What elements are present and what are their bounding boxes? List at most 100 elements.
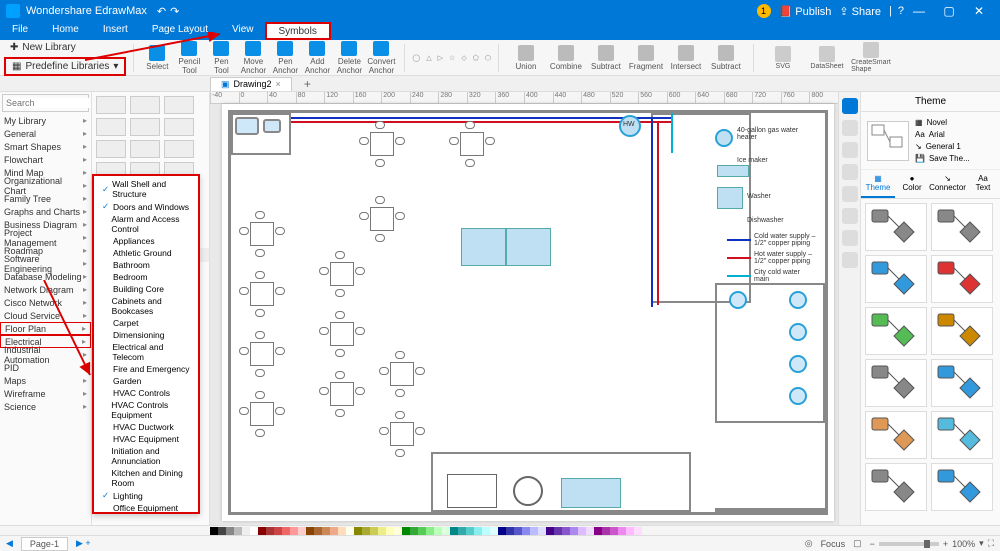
submenu-item[interactable]: Electrical and Telecom	[94, 341, 198, 363]
sidebar-item-my-library[interactable]: My Library▸	[0, 114, 91, 127]
ribbon-pen[interactable]: PenAnchor	[269, 41, 301, 75]
close-tab-icon[interactable]: ×	[276, 79, 281, 89]
submenu-item[interactable]: Bedroom	[94, 271, 198, 283]
chevron-right-icon: ▸	[83, 207, 87, 216]
theme-thumbnail[interactable]	[931, 463, 993, 511]
theme-thumbnail[interactable]	[865, 203, 927, 251]
submenu-item[interactable]: Alarm and Access Control	[94, 213, 198, 235]
submenu-item[interactable]: Garden	[94, 375, 198, 387]
sidebar-item-science[interactable]: Science▸	[0, 400, 91, 413]
sidebar-item-cisco-network[interactable]: Cisco Network▸	[0, 296, 91, 309]
submenu-item[interactable]: Carpet	[94, 317, 198, 329]
submenu-item[interactable]: Cabinets and Bookcases	[94, 295, 198, 317]
doc-tab[interactable]: ▣Drawing2×	[210, 77, 292, 91]
share-button[interactable]: ⇪ Share	[839, 5, 881, 18]
ribbon-select[interactable]: Select	[141, 41, 173, 75]
close-icon[interactable]: ✕	[964, 4, 994, 18]
publish-button[interactable]: 📕 Publish	[779, 5, 832, 18]
submenu-item[interactable]: Bathroom	[94, 259, 198, 271]
ribbon-add[interactable]: AddAnchor	[301, 41, 333, 75]
sidebar-item-organizational-chart[interactable]: Organizational Chart▸	[0, 179, 91, 192]
sidebar-item-graphs-and-charts[interactable]: Graphs and Charts▸	[0, 205, 91, 218]
submenu-item[interactable]: Office Equipment	[94, 502, 198, 514]
new-tab-button[interactable]: +	[294, 76, 321, 92]
submenu-item[interactable]: ✓Lighting	[94, 489, 198, 502]
theme-thumbnail[interactable]	[865, 255, 927, 303]
submenu-item[interactable]: Building Core	[94, 283, 198, 295]
theme-thumbnail[interactable]	[865, 359, 927, 407]
theme-thumbnail[interactable]	[931, 307, 993, 355]
canvas-area[interactable]: -400408012016020024028032036040044048052…	[210, 92, 838, 525]
ribbon-delete[interactable]: DeleteAnchor	[333, 41, 365, 75]
ribbon-move[interactable]: MoveAnchor	[237, 41, 269, 75]
sidebar-item-general[interactable]: General▸	[0, 127, 91, 140]
new-library-button[interactable]: ✚ New Library	[4, 40, 126, 55]
theme-thumbnail[interactable]	[865, 307, 927, 355]
sidebar-item-network-diagram[interactable]: Network Diagram▸	[0, 283, 91, 296]
focus-label[interactable]: Focus	[821, 539, 846, 549]
user-badge[interactable]: 1	[757, 4, 771, 18]
theme-thumbnail[interactable]	[931, 203, 993, 251]
theme-panel-title: Theme	[861, 92, 1000, 112]
submenu-item[interactable]: HVAC Equipment	[94, 433, 198, 445]
maximize-icon[interactable]: ▢	[934, 4, 964, 18]
submenu-item[interactable]: Initiation and Annunciation	[94, 445, 198, 467]
search-libraries[interactable]: 🔍	[2, 94, 89, 112]
theme-tab-text[interactable]: AaText	[966, 170, 1000, 198]
sidebar-item-smart-shapes[interactable]: Smart Shapes▸	[0, 140, 91, 153]
submenu-item[interactable]: Fire and Emergency	[94, 363, 198, 375]
sidebar-item-floor-plan[interactable]: Floor Plan▸	[0, 322, 91, 335]
page-tab[interactable]: Page-1	[21, 537, 68, 551]
chevron-right-icon: ▸	[83, 129, 87, 138]
sidebar-item-flowchart[interactable]: Flowchart▸	[0, 153, 91, 166]
sidebar-item-industrial-automation[interactable]: Industrial Automation▸	[0, 348, 91, 361]
minimize-icon[interactable]: —	[904, 4, 934, 18]
predefine-libraries-button[interactable]: ▦ Predefine Libraries ▾	[4, 57, 126, 76]
theme-thumbnail[interactable]	[931, 255, 993, 303]
theme-tool-icon[interactable]	[842, 98, 858, 114]
menu-tab-page-layout[interactable]: Page Layout	[140, 22, 220, 40]
menu-tab-file[interactable]: File	[0, 22, 40, 40]
theme-tab-theme[interactable]: ▦Theme	[861, 170, 895, 198]
submenu-item[interactable]: Athletic Ground	[94, 247, 198, 259]
sidebar-item-database-modeling[interactable]: Database Modeling▸	[0, 270, 91, 283]
submenu-item[interactable]: HVAC Controls Equipment	[94, 399, 198, 421]
menu-tab-home[interactable]: Home	[40, 22, 91, 40]
ribbon-convert[interactable]: ConvertAnchor	[365, 41, 397, 75]
ribbon-pencil[interactable]: PencilTool	[173, 41, 205, 75]
floorplan-submenu[interactable]: ✓Wall Shell and Structure✓Doors and Wind…	[92, 174, 200, 514]
submenu-item[interactable]: Kitchen and Dining Room	[94, 467, 198, 489]
sidebar-item-project-management[interactable]: Project Management▸	[0, 231, 91, 244]
submenu-item[interactable]: Dimensioning	[94, 329, 198, 341]
zoom-control[interactable]: −+ 100%▾⛶	[870, 538, 994, 549]
submenu-item[interactable]: HVAC Ductwork	[94, 421, 198, 433]
theme-thumbnail[interactable]	[931, 411, 993, 459]
chevron-right-icon: ▸	[83, 350, 87, 359]
theme-tab-color[interactable]: ●Color	[895, 170, 929, 198]
submenu-item[interactable]: HVAC Controls	[94, 387, 198, 399]
submenu-item[interactable]: Appliances	[94, 235, 198, 247]
submenu-item[interactable]: ✓Wall Shell and Structure	[94, 178, 198, 200]
chevron-right-icon: ▸	[83, 233, 87, 242]
sidebar-item-software-engineering[interactable]: Software Engineering▸	[0, 257, 91, 270]
menu-tab-insert[interactable]: Insert	[91, 22, 140, 40]
submenu-item[interactable]: ✓Doors and Windows	[94, 200, 198, 213]
sidebar-item-wireframe[interactable]: Wireframe▸	[0, 387, 91, 400]
chevron-right-icon: ▸	[83, 246, 87, 255]
sidebar-item-maps[interactable]: Maps▸	[0, 374, 91, 387]
search-input[interactable]	[6, 98, 92, 108]
floorplan-drawing[interactable]: HW 40-gallon gas water heater Ice maker …	[228, 110, 828, 515]
chevron-right-icon: ▸	[83, 285, 87, 294]
right-toolbar	[838, 92, 860, 525]
chevron-right-icon: ▸	[83, 181, 87, 190]
theme-thumbnail[interactable]	[865, 411, 927, 459]
piping-legend: Cold water supply – 1/2" copper pipingHo…	[727, 233, 817, 287]
menu-tab-symbols[interactable]: Symbols	[265, 22, 331, 40]
sidebar-item-cloud-service[interactable]: Cloud Service▸	[0, 309, 91, 322]
theme-thumbnail[interactable]	[931, 359, 993, 407]
chevron-right-icon: ▸	[83, 142, 87, 151]
theme-thumbnail[interactable]	[865, 463, 927, 511]
menu-tab-view[interactable]: View	[220, 22, 266, 40]
theme-tab-connector[interactable]: ↘Connector	[929, 170, 966, 198]
ribbon-pen[interactable]: PenTool	[205, 41, 237, 75]
